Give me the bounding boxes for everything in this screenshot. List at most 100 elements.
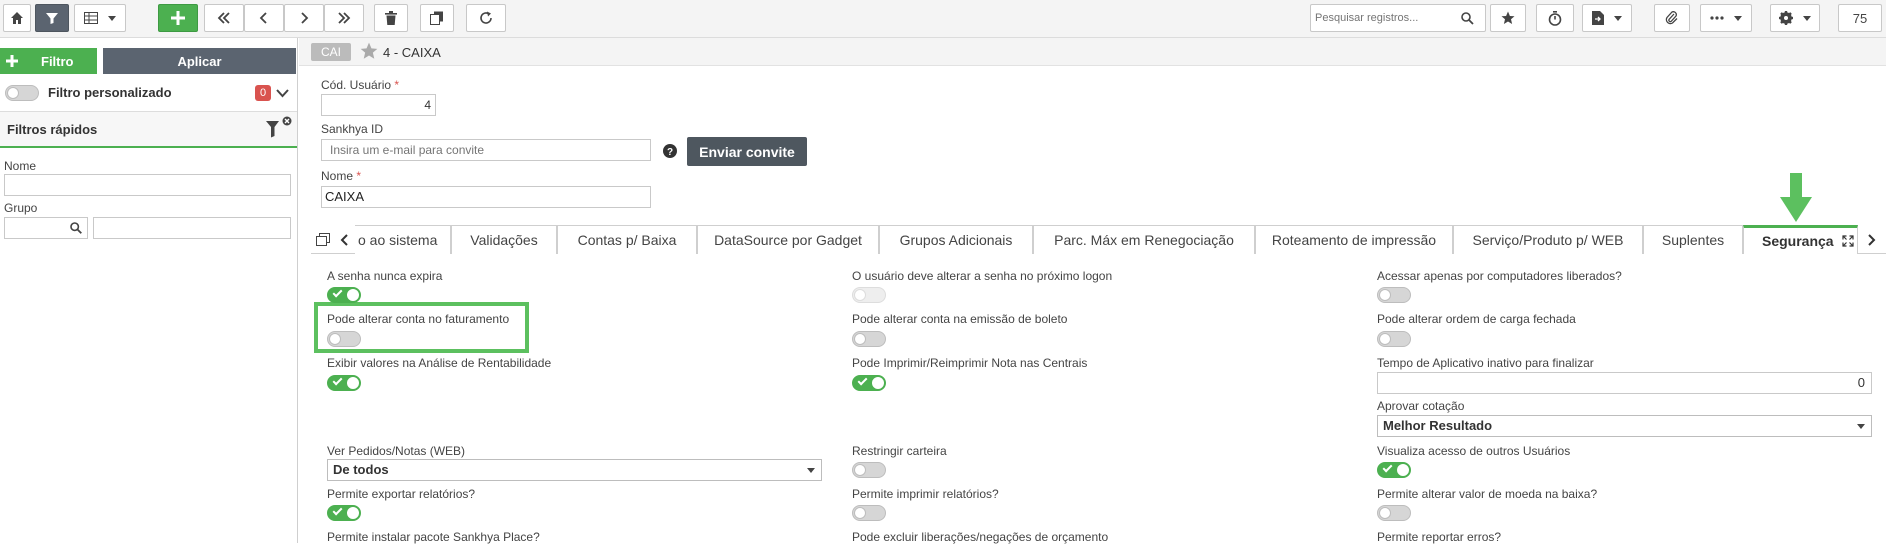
next-record-button[interactable]	[284, 4, 324, 32]
tab-grupos-adicionais[interactable]: Grupos Adicionais	[879, 225, 1033, 254]
attachments-button[interactable]	[1654, 4, 1690, 32]
tab-suplentes[interactable]: Suplentes	[1643, 225, 1743, 254]
last-record-button[interactable]	[324, 4, 364, 32]
clear-filter-icon[interactable]	[265, 116, 293, 140]
search-input[interactable]	[1313, 7, 1461, 29]
help-icon[interactable]: ?	[663, 144, 677, 158]
chevron-down-icon[interactable]	[276, 88, 289, 98]
alterar-conta-boleto-toggle[interactable]	[852, 331, 886, 347]
record-badge: CAI	[311, 43, 351, 61]
permite-exportar-relatorios-toggle[interactable]	[327, 505, 361, 521]
star-icon[interactable]	[360, 42, 378, 60]
acessar-computadores-liberados-toggle[interactable]	[1377, 287, 1411, 303]
restringir-carteira-label: Restringir carteira	[852, 444, 947, 458]
alterar-conta-faturamento-toggle[interactable]	[327, 331, 361, 347]
tab-parc-max-em-renegociacao[interactable]: Parc. Máx em Renegociação	[1033, 225, 1255, 254]
tab-acesso-ao-sistema[interactable]: o ao sistema	[355, 225, 451, 254]
export-button[interactable]	[1582, 4, 1632, 32]
first-record-button[interactable]	[204, 4, 244, 32]
expand-icon[interactable]	[1841, 235, 1854, 247]
favorite-button[interactable]	[1490, 4, 1526, 32]
name-filter-label: Nome	[4, 159, 37, 173]
tabs-scroll-left-icon[interactable]	[340, 234, 350, 246]
timer-button[interactable]	[1536, 4, 1574, 32]
alterar-valor-moeda-baixa-toggle[interactable]	[1377, 505, 1411, 521]
imprimir-nota-centrais-toggle[interactable]	[852, 375, 886, 391]
permite-imprimir-relatorios-label: Permite imprimir relatórios?	[852, 487, 999, 501]
chevron-down-icon	[1734, 15, 1742, 21]
filter-toggle-button[interactable]	[35, 4, 69, 32]
tab-contas-p-baixa[interactable]: Contas p/ Baixa	[557, 225, 697, 254]
group-description-input[interactable]	[93, 217, 291, 239]
cod-usuario-field[interactable]: 4	[321, 94, 436, 116]
search-icon[interactable]	[70, 222, 82, 234]
more-options-button[interactable]	[1700, 4, 1752, 32]
star-icon	[1501, 11, 1515, 24]
chevron-right-icon	[301, 12, 309, 24]
settings-button[interactable]	[1770, 4, 1820, 32]
tab-datasource-por-gadget[interactable]: DataSource por Gadget	[697, 225, 879, 254]
tab-validacoes[interactable]: Validações	[451, 225, 557, 254]
trash-icon	[385, 11, 397, 25]
alterar-ordem-carga-toggle[interactable]	[1377, 331, 1411, 347]
search-box[interactable]	[1310, 4, 1486, 32]
double-chevron-left-icon	[217, 12, 230, 24]
tab-servico-produto-p-web[interactable]: Serviço/Produto p/ WEB	[1453, 225, 1643, 254]
custom-filter-toggle[interactable]	[5, 85, 39, 101]
sankhya-id-email-input[interactable]	[321, 139, 651, 161]
home-button[interactable]	[3, 4, 31, 32]
security-panel	[311, 254, 1886, 543]
exibir-valores-rentabilidade-label: Exibir valores na Análise de Rentabilida…	[327, 356, 552, 370]
alterar-conta-boleto-label: Pode alterar conta na emissão de boleto	[852, 312, 1068, 326]
add-record-button[interactable]	[158, 4, 198, 32]
chevron-down-icon	[1857, 424, 1865, 429]
permite-exportar-relatorios-label: Permite exportar relatórios?	[327, 487, 476, 501]
ellipsis-icon	[1710, 16, 1724, 20]
exibir-valores-rentabilidade-toggle[interactable]	[327, 375, 361, 391]
plus-icon	[6, 55, 18, 67]
excluir-liberacoes-orcamento-label: Pode excluir liberações/negações de orça…	[852, 530, 1109, 544]
aprovar-cotacao-select[interactable]: Melhor Resultado	[1377, 415, 1872, 437]
send-invite-button[interactable]: Enviar convite	[687, 137, 807, 166]
visualiza-acesso-usuarios-toggle[interactable]	[1377, 462, 1411, 478]
senha-nunca-expira-toggle[interactable]	[327, 287, 361, 303]
refresh-button[interactable]	[466, 4, 506, 32]
aprovar-cotacao-label: Aprovar cotação	[1377, 399, 1465, 413]
permite-imprimir-relatorios-toggle[interactable]	[852, 505, 886, 521]
search-icon[interactable]	[1461, 11, 1474, 25]
permite-reportar-erros-label: Permite reportar erros?	[1377, 530, 1502, 544]
restringir-carteira-toggle[interactable]	[852, 462, 886, 478]
tab-roteamento-de-impressao[interactable]: Roteamento de impressão	[1255, 225, 1453, 254]
custom-filter-count-badge: 0	[255, 85, 271, 101]
home-icon	[11, 12, 23, 24]
tab-seguranca[interactable]: Segurança	[1743, 225, 1858, 254]
tempo-aplicativo-inativo-field[interactable]: 0	[1377, 372, 1872, 394]
windows-icon[interactable]	[316, 233, 330, 247]
apply-button[interactable]: Aplicar	[103, 48, 296, 74]
previous-record-button[interactable]	[244, 4, 284, 32]
quick-filters-title: Filtros rápidos	[7, 122, 98, 137]
permite-instalar-pacote-label: Permite instalar pacote Sankhya Place?	[327, 530, 540, 544]
name-filter-input[interactable]	[4, 174, 291, 196]
delete-button[interactable]	[374, 4, 408, 32]
chevron-down-icon	[1803, 15, 1811, 21]
plus-icon	[171, 11, 185, 25]
tabs-scroll-right-icon[interactable]	[1866, 234, 1876, 246]
alterar-senha-proximo-logon-toggle[interactable]	[852, 287, 886, 303]
visualiza-acesso-usuarios-label: Visualiza acesso de outros Usuários	[1377, 444, 1571, 458]
chevron-down-icon	[807, 468, 815, 473]
nome-field[interactable]: CAIXA	[321, 186, 651, 208]
filter-button-label: Filtro	[41, 53, 74, 69]
group-code-input[interactable]	[4, 217, 88, 239]
grid-view-button[interactable]	[74, 4, 126, 32]
document-export-icon	[1592, 11, 1604, 25]
group-filter-label: Grupo	[4, 201, 38, 215]
record-title: 4 - CAIXA	[383, 45, 441, 60]
duplicate-button[interactable]	[420, 4, 454, 32]
filter-panel: Filtro Aplicar Filtro personalizado 0 Fi…	[0, 38, 298, 543]
ver-pedidos-notas-select[interactable]: De todos	[327, 459, 822, 481]
filter-button[interactable]: Filtro	[0, 48, 97, 74]
cod-usuario-label: Cód. Usuário *	[321, 78, 400, 92]
double-chevron-right-icon	[338, 12, 351, 24]
grid-icon	[84, 12, 98, 24]
